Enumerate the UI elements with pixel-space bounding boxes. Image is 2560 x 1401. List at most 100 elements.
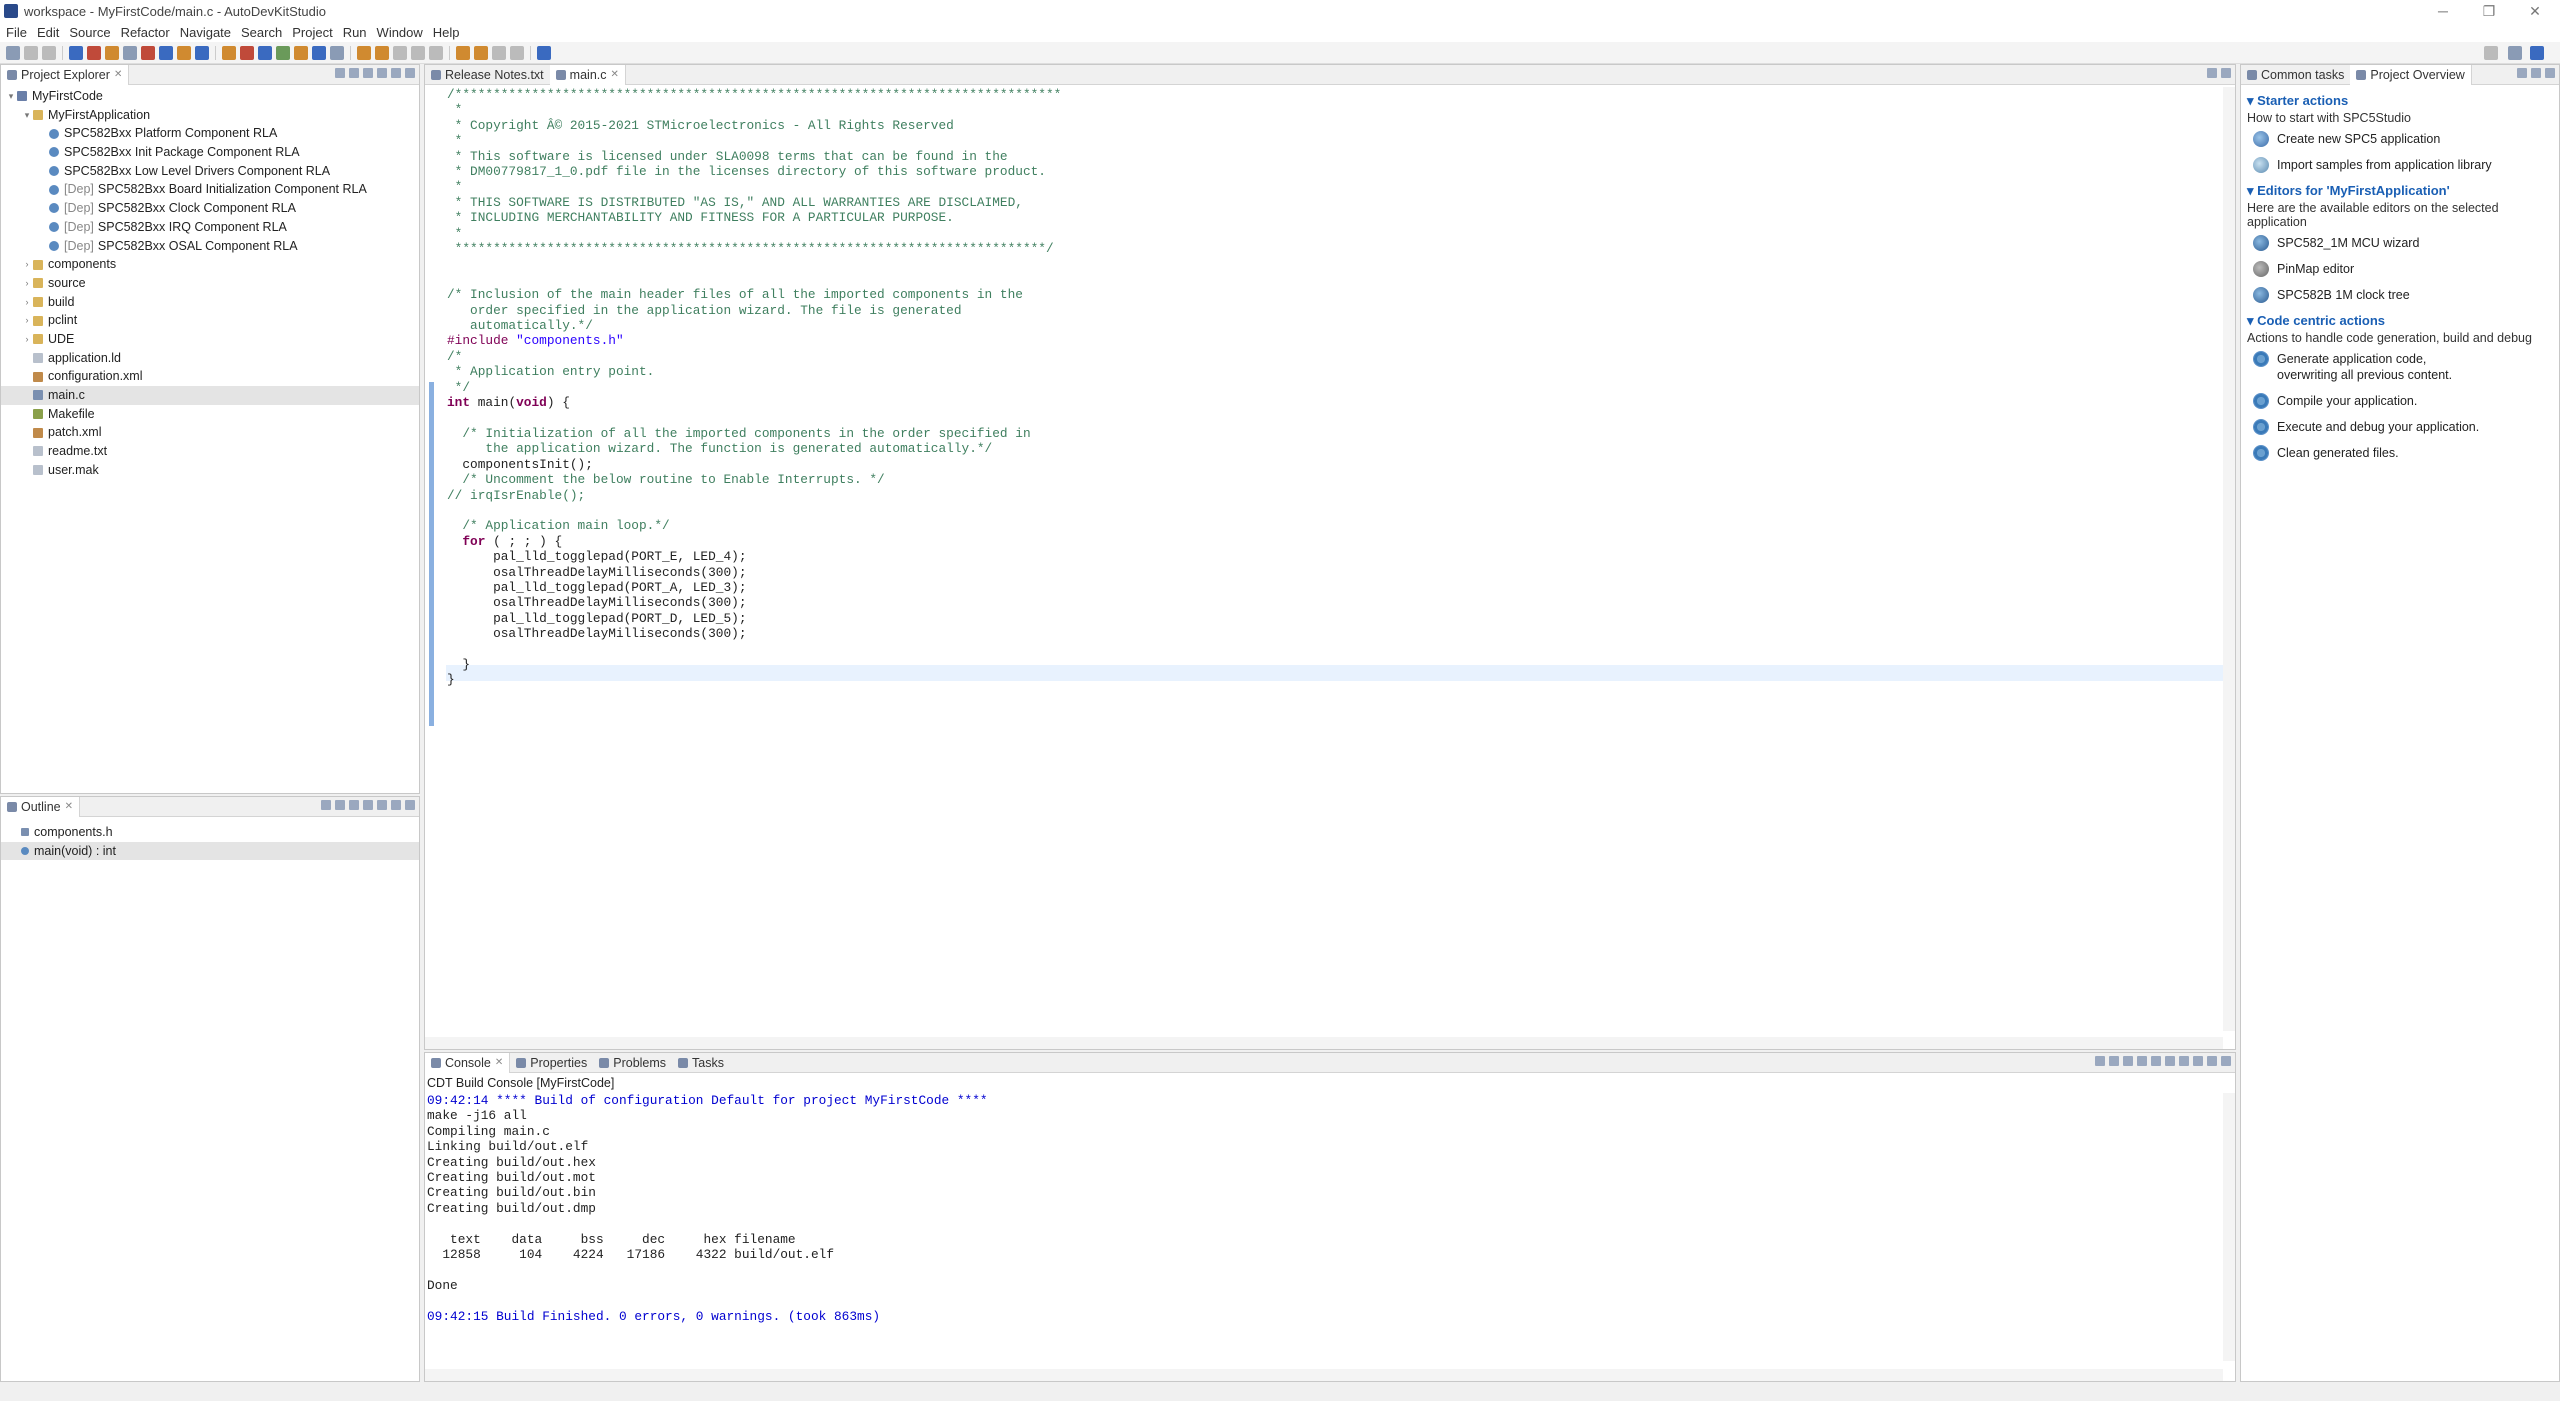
open-console-icon[interactable] [2193, 1056, 2203, 1066]
menu-source[interactable]: Source [69, 25, 110, 40]
overview-section-title[interactable]: ▾ Editors for 'MyFirstApplication' [2247, 183, 2553, 199]
save-all-icon[interactable] [42, 45, 56, 60]
tree-item[interactable]: ▾ MyFirstCode [1, 87, 419, 106]
hammer-icon[interactable] [240, 45, 254, 60]
console-output[interactable]: 09:42:14 **** Build of configuration Def… [427, 1093, 988, 1324]
forward-icon[interactable] [474, 45, 488, 60]
perspective-icon[interactable] [2530, 45, 2544, 60]
menu-refactor[interactable]: Refactor [121, 25, 170, 40]
section-toggle-icon[interactable]: ▾ [2247, 183, 2257, 198]
history-forward-icon[interactable] [510, 45, 524, 60]
close-tab-icon[interactable]: ✕ [611, 69, 619, 80]
minimize-view-icon[interactable] [391, 800, 401, 810]
expand-toggle-icon[interactable]: ▾ [21, 106, 33, 125]
tab-properties[interactable]: Properties [510, 1053, 593, 1073]
save-icon[interactable] [24, 45, 38, 60]
overview-action-link[interactable]: Generate application code, overwriting a… [2253, 351, 2553, 383]
tab-project-explorer[interactable]: Project Explorer ✕ [1, 64, 130, 85]
overview-section-title[interactable]: ▾ Starter actions [2247, 93, 2553, 109]
outline-item[interactable]: components.h [1, 823, 419, 842]
close-tab-icon[interactable]: ✕ [114, 69, 122, 80]
overview-action-link[interactable]: Compile your application. [2253, 393, 2553, 409]
back-icon[interactable] [456, 45, 470, 60]
tab-console[interactable]: Console ✕ [425, 1052, 511, 1073]
menu-window[interactable]: Window [377, 25, 423, 40]
clean-toolbar-icon[interactable] [123, 45, 137, 60]
console-vertical-scrollbar[interactable] [2223, 1093, 2235, 1361]
collapse-all-icon[interactable] [335, 68, 345, 78]
minimize-view-icon[interactable] [2207, 1056, 2217, 1066]
next-annotation-icon[interactable] [411, 45, 425, 60]
tree-item[interactable]: application.ld [1, 349, 419, 368]
search-icon[interactable] [2484, 45, 2498, 60]
build-icon[interactable] [105, 45, 119, 60]
link-editor-icon[interactable] [349, 68, 359, 78]
outline-item[interactable]: main(void) : int [1, 841, 419, 861]
tree-item[interactable]: [Dep] SPC582Bxx Board Initialization Comp… [1, 180, 419, 199]
menu-project[interactable]: Project [292, 25, 332, 40]
hide-nonpublic-icon[interactable] [363, 800, 373, 810]
prev-error-icon[interactable] [2109, 1056, 2119, 1066]
tab-project-overview[interactable]: Project Overview [2350, 64, 2472, 85]
menu-run[interactable]: Run [343, 25, 367, 40]
wizard-icon[interactable] [69, 45, 83, 60]
menu-file[interactable]: File [6, 25, 27, 40]
view-menu-icon[interactable] [377, 800, 387, 810]
open-type-icon[interactable] [357, 45, 371, 60]
search-toolbar-icon[interactable] [393, 45, 407, 60]
generate-icon[interactable] [87, 45, 101, 60]
tree-item[interactable]: SPC582Bxx Platform Component RLA [1, 124, 419, 143]
lock-icon[interactable] [294, 45, 308, 60]
overview-action-link[interactable]: Create new SPC5 application [2253, 131, 2553, 147]
tree-item[interactable]: [Dep] SPC582Bxx IRQ Component RLA [1, 218, 419, 237]
display-console-icon[interactable] [2179, 1056, 2189, 1066]
maximize-view-icon[interactable] [2545, 68, 2555, 78]
scroll-lock-icon[interactable] [2123, 1056, 2133, 1066]
expand-toggle-icon[interactable]: › [21, 293, 33, 312]
sort-icon[interactable] [321, 800, 331, 810]
minimize-button[interactable]: ─ [2420, 0, 2466, 22]
minimize-view-icon[interactable] [391, 68, 401, 78]
tree-item[interactable]: › source [1, 274, 419, 293]
minimize-view-icon[interactable] [2531, 68, 2541, 78]
expand-toggle-icon[interactable]: › [21, 311, 33, 330]
expand-toggle-icon[interactable]: › [21, 274, 33, 293]
expand-toggle-icon[interactable]: › [21, 330, 33, 349]
expand-toggle-icon[interactable]: › [21, 255, 33, 274]
close-tab-icon[interactable]: ✕ [65, 801, 73, 812]
overview-action-link[interactable]: PinMap editor [2253, 261, 2553, 277]
tree-item[interactable]: patch.xml [1, 423, 419, 442]
copy-console-icon[interactable] [2151, 1056, 2161, 1066]
tree-item[interactable]: main.c [1, 386, 419, 405]
open-perspective-icon[interactable] [2508, 45, 2522, 60]
tab-release-notes[interactable]: Release Notes.txt [425, 65, 550, 85]
flash-icon[interactable] [141, 45, 155, 60]
menu-edit[interactable]: Edit [37, 25, 59, 40]
close-button[interactable]: ✕ [2512, 0, 2558, 22]
editor-vertical-scrollbar[interactable] [2223, 87, 2235, 1031]
view-menu-icon[interactable] [2517, 68, 2527, 78]
tab-tasks[interactable]: Tasks [672, 1053, 730, 1073]
maximize-view-icon[interactable] [405, 800, 415, 810]
pin-editor-icon[interactable] [537, 45, 551, 60]
filter-icon[interactable] [363, 68, 373, 78]
overview-action-link[interactable]: SPC582_1M MCU wizard [2253, 235, 2553, 251]
prev-annotation-icon[interactable] [429, 45, 443, 60]
minimize-view-icon[interactable] [2207, 68, 2217, 78]
section-toggle-icon[interactable]: ▾ [2247, 93, 2257, 108]
maximize-view-icon[interactable] [2221, 1056, 2231, 1066]
debug-dropdown-icon[interactable] [330, 45, 344, 60]
next-error-icon[interactable] [2095, 1056, 2105, 1066]
close-tab-icon[interactable]: ✕ [495, 1057, 503, 1068]
pin-console-icon[interactable] [2165, 1056, 2175, 1066]
tab-common-tasks[interactable]: Common tasks [2241, 65, 2350, 85]
tree-item[interactable]: [Dep] SPC582Bxx OSAL Component RLA [1, 237, 419, 256]
tree-item[interactable]: configuration.xml [1, 367, 419, 386]
library-icon[interactable] [177, 45, 191, 60]
target-icon[interactable] [159, 45, 173, 60]
hide-fields-icon[interactable] [335, 800, 345, 810]
expand-toggle-icon[interactable]: ▾ [5, 87, 17, 106]
tree-item[interactable]: SPC582Bxx Low Level Drivers Component RL… [1, 162, 419, 181]
menu-search[interactable]: Search [241, 25, 282, 40]
restore-button[interactable]: ❐ [2466, 0, 2512, 22]
